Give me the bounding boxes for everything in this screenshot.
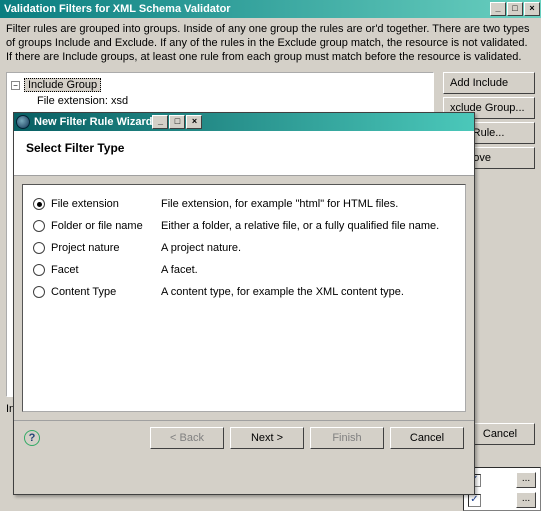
- radio-label: Facet: [51, 264, 161, 276]
- radio-desc: A content type, for example the XML cont…: [161, 286, 404, 298]
- radio-button[interactable]: [33, 198, 45, 210]
- wizard-dialog: New Filter Rule Wizard _ □ × Select Filt…: [13, 112, 475, 495]
- collapse-icon[interactable]: −: [11, 81, 20, 90]
- window-controls: _ □ ×: [490, 2, 540, 16]
- description-text: Filter rules are grouped into groups. In…: [0, 18, 541, 72]
- radio-label: Folder or file name: [51, 220, 161, 232]
- add-include-group-button[interactable]: Add Include Group...: [443, 72, 535, 94]
- radio-label: Project nature: [51, 242, 161, 254]
- check-row-1: ✓ ...: [468, 472, 536, 488]
- main-titlebar: Validation Filters for XML Schema Valida…: [0, 0, 541, 18]
- radio-button[interactable]: [33, 242, 45, 254]
- wizard-cancel-button[interactable]: Cancel: [390, 427, 464, 449]
- wizard-maximize-icon[interactable]: □: [169, 115, 185, 129]
- main-cancel-button[interactable]: Cancel: [465, 423, 535, 445]
- radio-row-4[interactable]: Content TypeA content type, for example …: [33, 281, 455, 303]
- back-button[interactable]: < Back: [150, 427, 224, 449]
- main-title: Validation Filters for XML Schema Valida…: [4, 3, 231, 15]
- radio-desc: File extension, for example "html" for H…: [161, 198, 398, 210]
- browse-button-2[interactable]: ...: [516, 492, 536, 508]
- wizard-header: Select Filter Type: [14, 131, 474, 176]
- wizard-close-icon[interactable]: ×: [186, 115, 202, 129]
- tree-root-label[interactable]: Include Group: [24, 78, 101, 92]
- tree-child-row[interactable]: File extension: xsd: [37, 93, 429, 109]
- wizard-heading: Select Filter Type: [26, 141, 462, 155]
- radio-row-1[interactable]: Folder or file nameEither a folder, a re…: [33, 215, 455, 237]
- check-row-2: ✓ ...: [468, 492, 536, 508]
- radio-row-3[interactable]: FacetA facet.: [33, 259, 455, 281]
- wizard-window-controls: _ □ ×: [152, 115, 202, 129]
- radio-row-2[interactable]: Project natureA project nature.: [33, 237, 455, 259]
- wizard-footer: ? < Back Next > Finish Cancel: [14, 420, 474, 455]
- radio-button[interactable]: [33, 220, 45, 232]
- radio-label: Content Type: [51, 286, 161, 298]
- radio-desc: A project nature.: [161, 242, 241, 254]
- help-icon[interactable]: ?: [24, 430, 40, 446]
- wizard-titlebar: New Filter Rule Wizard _ □ ×: [14, 113, 474, 131]
- finish-button[interactable]: Finish: [310, 427, 384, 449]
- eclipse-icon: [16, 115, 30, 129]
- radio-button[interactable]: [33, 264, 45, 276]
- browse-button-1[interactable]: ...: [516, 472, 536, 488]
- checkbox-2[interactable]: ✓: [468, 494, 481, 507]
- tree-child-label: File extension: xsd: [37, 95, 128, 107]
- radio-desc: A facet.: [161, 264, 198, 276]
- radio-row-0[interactable]: File extensionFile extension, for exampl…: [33, 193, 455, 215]
- next-button[interactable]: Next >: [230, 427, 304, 449]
- wizard-minimize-icon[interactable]: _: [152, 115, 168, 129]
- maximize-icon[interactable]: □: [507, 2, 523, 16]
- wizard-title: New Filter Rule Wizard: [34, 116, 152, 128]
- radio-label: File extension: [51, 198, 161, 210]
- radio-button[interactable]: [33, 286, 45, 298]
- wizard-body: File extensionFile extension, for exampl…: [22, 184, 466, 412]
- radio-desc: Either a folder, a relative file, or a f…: [161, 220, 439, 232]
- close-icon[interactable]: ×: [524, 2, 540, 16]
- minimize-icon[interactable]: _: [490, 2, 506, 16]
- tree-root-row[interactable]: − Include Group: [11, 77, 429, 93]
